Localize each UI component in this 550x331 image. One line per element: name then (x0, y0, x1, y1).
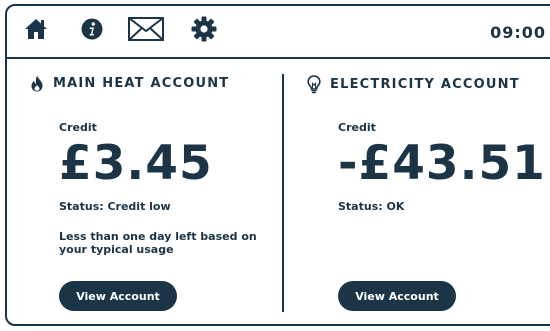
info-icon[interactable] (79, 14, 105, 44)
heat-usage-note: Less than one day left based on your typ… (59, 230, 257, 256)
electricity-account-title: ELECTRICITY ACCOUNT (330, 77, 520, 92)
electricity-credit-amount: -£43.51 (338, 136, 546, 191)
heat-account-panel: MAIN HEAT ACCOUNT Credit £3.45 Status: C… (5, 59, 281, 327)
heat-credit-amount: £3.45 (59, 136, 213, 191)
electricity-status: Status: OK (338, 200, 405, 213)
electricity-view-account-button[interactable]: View Account (338, 281, 456, 311)
home-icon[interactable] (23, 14, 49, 44)
clock-time: 09:00 (490, 23, 546, 42)
lightbulb-icon (307, 75, 321, 94)
electricity-credit-label: Credit (338, 121, 376, 134)
flame-icon (30, 75, 44, 92)
top-bar: 09:00 (5, 4, 550, 58)
mail-icon[interactable] (126, 14, 166, 44)
panel-divider (282, 74, 284, 312)
electricity-account-header: ELECTRICITY ACCOUNT (307, 75, 520, 94)
heat-status: Status: Credit low (59, 200, 171, 213)
heat-view-account-button[interactable]: View Account (59, 281, 177, 311)
heat-credit-label: Credit (59, 121, 97, 134)
heat-account-header: MAIN HEAT ACCOUNT (30, 75, 229, 92)
electricity-account-panel: ELECTRICITY ACCOUNT Credit -£43.51 Statu… (285, 59, 550, 327)
heat-account-title: MAIN HEAT ACCOUNT (53, 76, 230, 91)
gear-icon[interactable] (190, 14, 218, 44)
